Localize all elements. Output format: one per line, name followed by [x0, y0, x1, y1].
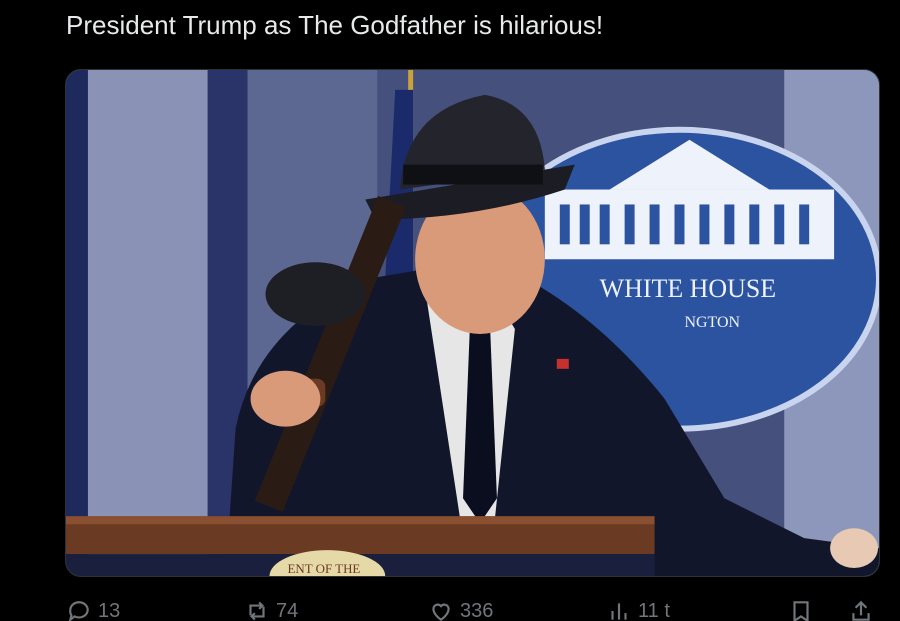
repost-button[interactable]: 74: [244, 596, 298, 621]
heart-icon: [432, 603, 450, 621]
press-room-photo: WHITE HOUSE NGTON ENT OF THE: [66, 70, 879, 576]
like-count: 336: [460, 599, 494, 621]
post-image[interactable]: WHITE HOUSE NGTON ENT OF THE: [65, 69, 880, 577]
reply-icon: [68, 601, 89, 621]
repost-icon: [249, 601, 265, 621]
reply-count: 13: [98, 599, 121, 621]
views-chart-icon: [611, 603, 627, 620]
share-button[interactable]: [848, 596, 874, 621]
action-bar: 13 74 336 11 t: [66, 596, 878, 621]
sign-text-line1: WHITE HOUSE: [600, 274, 776, 303]
bookmark-icon: [793, 601, 809, 621]
views-button[interactable]: 11 t: [606, 596, 670, 621]
share-icon: [852, 600, 870, 621]
post-text: President Trump as The Godfather is hila…: [66, 10, 604, 40]
bookmark-button[interactable]: [788, 596, 814, 621]
tweet-post: President Trump as The Godfather is hila…: [0, 0, 900, 621]
repost-count: 74: [276, 599, 299, 621]
like-button[interactable]: 336: [428, 596, 493, 621]
views-count: 11 t: [638, 599, 670, 621]
seal-text: ENT OF THE: [287, 561, 360, 576]
sign-text-line2: NGTON: [684, 314, 740, 331]
reply-button[interactable]: 13: [66, 596, 120, 621]
